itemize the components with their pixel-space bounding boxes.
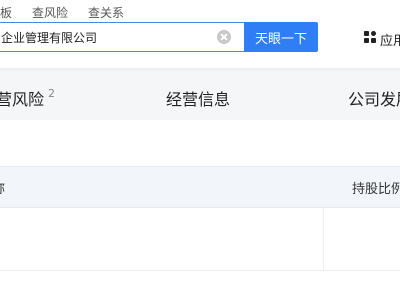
tab-company-development-label: 公司发展 — [348, 90, 400, 109]
column-divider — [323, 208, 324, 270]
search-tab-relations[interactable]: 查关系 — [88, 4, 124, 21]
tab-operating-risk-count: 2 — [48, 87, 56, 100]
table-row — [0, 208, 400, 271]
tab-operating-risk[interactable]: 营风险 2 — [0, 86, 55, 110]
table-header: 称 持股比例 — [0, 166, 400, 208]
search-button[interactable]: 天眼一下 — [244, 22, 318, 52]
search-tab-risk[interactable]: 查风险 — [32, 4, 68, 21]
apps-label: 应用 — [380, 34, 400, 49]
tab-business-info-label: 经营信息 — [166, 90, 231, 109]
clear-icon[interactable] — [217, 30, 231, 44]
search-tab-board[interactable]: 板 — [0, 4, 12, 21]
tab-company-development[interactable]: 公司发展 — [348, 86, 400, 110]
tab-business-info[interactable]: 经营信息 — [166, 86, 230, 110]
search-box — [0, 22, 244, 52]
tab-operating-risk-label: 营风险 — [0, 90, 45, 109]
company-tabs: 营风险2 经营信息 公司发展 — [0, 72, 400, 120]
shareholder-section: 称 持股比例 — [0, 120, 400, 300]
column-shareholding-ratio: 持股比例 — [352, 182, 400, 197]
apps-grid-icon — [364, 31, 376, 43]
site-header: 板 查风险 查关系 天眼一下 应用 — [0, 0, 400, 68]
column-name: 称 — [0, 178, 5, 197]
search-input[interactable] — [1, 23, 206, 51]
